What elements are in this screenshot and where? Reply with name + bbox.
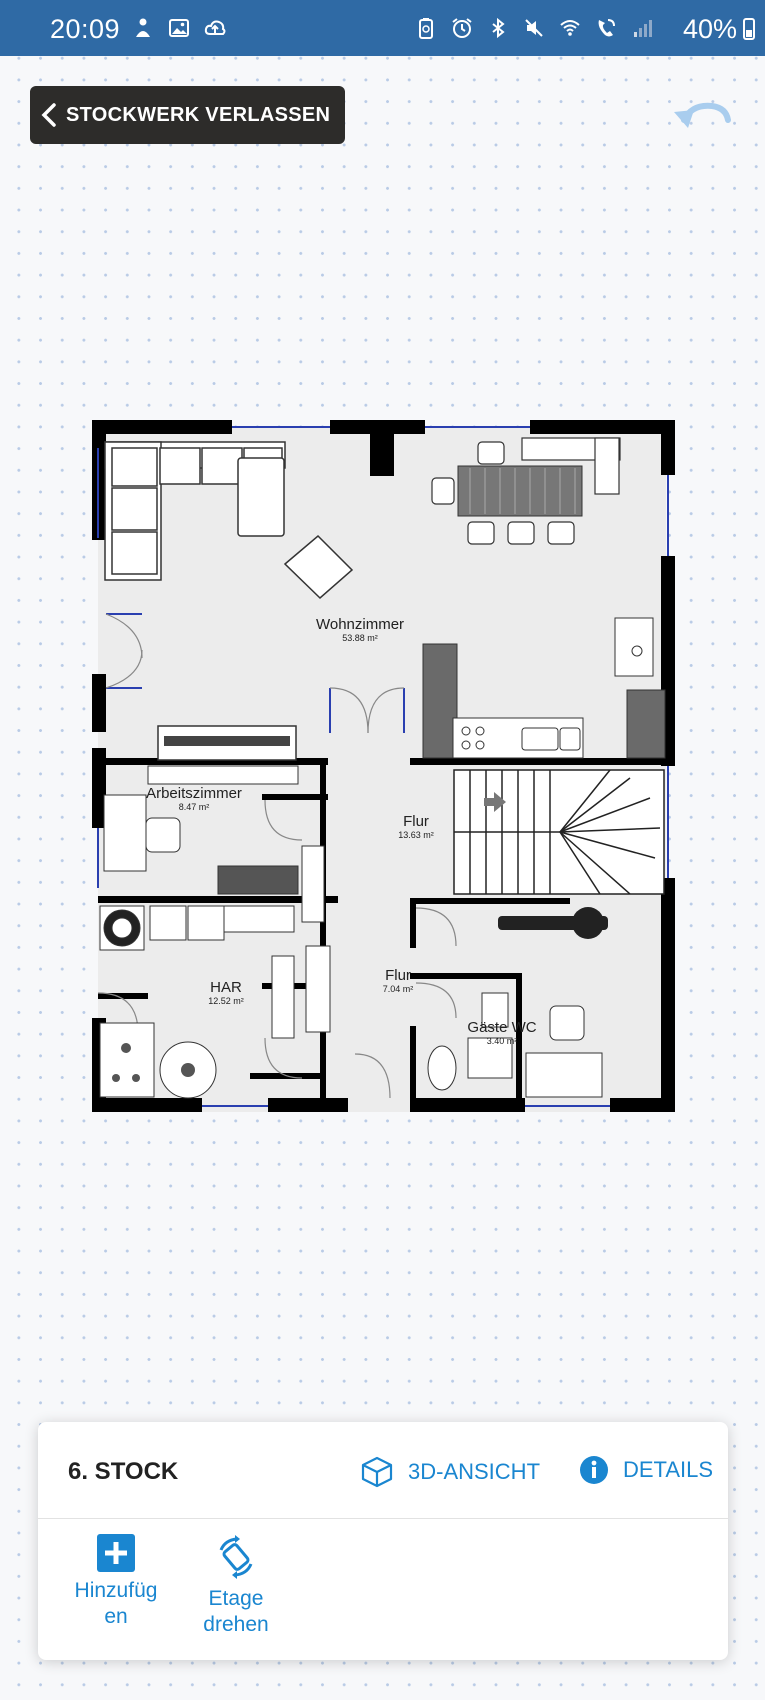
leave-floor-button[interactable]: STOCKWERK VERLASSEN <box>30 86 345 144</box>
room-label-gaeste-wc[interactable]: Gäste WC 3.40 m² <box>467 1020 536 1047</box>
battery-icon <box>743 18 755 40</box>
wifi-calling-icon <box>598 19 615 37</box>
signal-icon <box>634 20 652 37</box>
view-3d-button[interactable]: 3D-ANSICHT <box>360 1455 540 1489</box>
wifi-icon <box>560 20 580 36</box>
add-button[interactable]: Hinzufüg en <box>56 1534 176 1630</box>
mute-icon <box>525 19 543 37</box>
room-label-arbeitszimmer[interactable]: Arbeitszimmer 8.47 m² <box>146 786 242 813</box>
rotate-icon <box>219 1535 253 1579</box>
recycle-battery-icon <box>419 18 433 39</box>
floor-plan-drawing <box>92 420 675 1112</box>
chevron-left-icon <box>41 103 56 127</box>
image-icon <box>169 19 189 37</box>
alarm-icon <box>452 18 472 38</box>
battery-percent: 40% <box>682 14 737 44</box>
person-icon <box>136 18 150 37</box>
cube-icon <box>361 1456 393 1488</box>
bluetooth-icon <box>492 17 505 39</box>
rotate-floor-button[interactable]: Etage drehen <box>176 1534 296 1638</box>
status-bar: 20:09 40% <box>0 0 765 56</box>
status-time: 20:09 <box>50 14 121 44</box>
panel-divider <box>38 1518 728 1519</box>
leave-floor-label: STOCKWERK VERLASSEN <box>66 103 331 126</box>
floor-plan[interactable]: Wohnzimmer 53.88 m² Arbeitszimmer 8.47 m… <box>90 418 675 1118</box>
room-label-flur-2[interactable]: Flur 7.04 m² <box>383 968 414 995</box>
floor-title: 6. STOCK <box>68 1458 179 1485</box>
info-icon <box>580 1456 608 1484</box>
room-label-flur-1[interactable]: Flur 13.63 m² <box>398 814 434 841</box>
room-label-har[interactable]: HAR 12.52 m² <box>208 980 244 1007</box>
rotate-label: Etage drehen <box>203 1587 269 1636</box>
cloud-upload-icon <box>204 20 226 35</box>
details-button[interactable]: DETAILS <box>579 1455 713 1485</box>
room-label-wohnzimmer[interactable]: Wohnzimmer 53.88 m² <box>316 617 404 644</box>
view-3d-label: 3D-ANSICHT <box>408 1459 541 1484</box>
undo-icon[interactable] <box>672 98 734 134</box>
add-label: Hinzufüg en <box>74 1579 158 1628</box>
details-label: DETAILS <box>623 1457 714 1482</box>
floor-panel: 6. STOCK 3D-ANSICHT DETAILS Hinzufüg en <box>38 1422 728 1660</box>
add-icon <box>97 1534 135 1572</box>
